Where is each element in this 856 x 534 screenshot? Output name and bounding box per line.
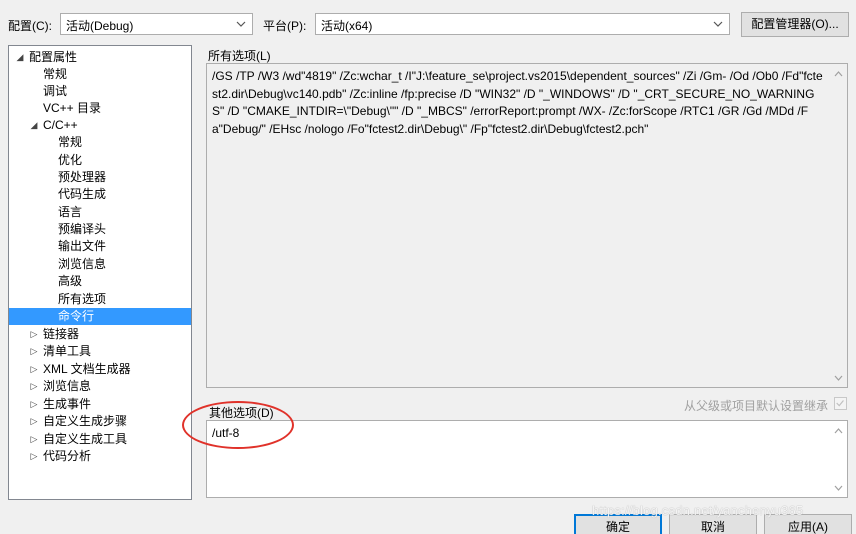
inherit-checkbox[interactable] (834, 397, 847, 410)
collapsed-icon: ▷ (30, 416, 38, 426)
tree-item-label: 常规 (43, 67, 68, 81)
tree-item-cpp-language[interactable]: 语言 (9, 204, 191, 221)
tree-item-linker[interactable]: ▷ 链接器 (9, 326, 191, 343)
config-select[interactable]: 活动(Debug) (60, 13, 253, 35)
tree-item-browse-info[interactable]: ▷ 浏览信息 (9, 378, 191, 395)
tree-item-label: 浏览信息 (43, 379, 92, 393)
tree-item-label: 浏览信息 (58, 257, 107, 271)
tree-item-general[interactable]: 常规 (9, 66, 191, 83)
all-options-text: /GS /TP /W3 /wd"4819" /Zc:wchar_t /I"J:\… (212, 69, 823, 136)
tree-item-cpp-optimization[interactable]: 优化 (9, 152, 191, 169)
tree-item-cpp-preprocessor[interactable]: 预处理器 (9, 169, 191, 186)
collapsed-icon: ▷ (30, 364, 38, 374)
platform-label: 平台(P): (263, 19, 307, 33)
expanded-icon: ◢ (30, 120, 38, 130)
tree-item-xml-doc[interactable]: ▷ XML 文档生成器 (9, 361, 191, 378)
tree-item-vc-dirs[interactable]: VC++ 目录 (9, 100, 191, 117)
scroll-down-icon[interactable] (833, 483, 844, 493)
tree-item-custom-build-tool[interactable]: ▷ 自定义生成工具 (9, 431, 191, 448)
all-options-scrollbar[interactable] (830, 64, 847, 387)
tree-item-cpp-cmdline[interactable]: 命令行 (9, 308, 191, 325)
expanded-icon: ◢ (16, 52, 24, 62)
tree-item-cpp-all-options[interactable]: 所有选项 (9, 291, 191, 308)
scroll-up-icon[interactable] (833, 426, 844, 436)
tree-item-cpp-general[interactable]: 常规 (9, 134, 191, 151)
tree-item-label: 常规 (58, 135, 83, 149)
tree-item-label: 自定义生成工具 (43, 432, 128, 446)
watermark-text: https://blog.csdn.net/yanchenyu365 (592, 503, 804, 518)
tree-item-label: C/C++ (43, 118, 78, 132)
other-options-textbox[interactable]: /utf-8 (206, 420, 848, 498)
tree-item-label: 输出文件 (58, 239, 107, 253)
tree-item-label: 优化 (58, 153, 83, 167)
tree-item-build-events[interactable]: ▷ 生成事件 (9, 396, 191, 413)
tree-item-label: 自定义生成步骤 (43, 414, 128, 428)
tree-item-code-analysis[interactable]: ▷ 代码分析 (9, 448, 191, 465)
scroll-up-icon[interactable] (833, 69, 844, 79)
tree-item-label: 代码生成 (58, 187, 107, 201)
collapsed-icon: ▷ (30, 381, 38, 391)
checkmark-icon (836, 400, 844, 407)
other-options-scrollbar[interactable] (830, 421, 847, 497)
tree-item-label: 预编译头 (58, 222, 107, 236)
tree-item-label: XML 文档生成器 (43, 362, 131, 376)
config-label: 配置(C): (8, 19, 52, 33)
config-manager-button-label: 配置管理器(O)... (751, 17, 839, 31)
tree-item-label: 代码分析 (43, 449, 92, 463)
all-options-label: 所有选项(L) (208, 49, 271, 63)
scroll-down-icon[interactable] (833, 373, 844, 383)
tree-item-label: 配置属性 (29, 50, 78, 64)
tree-item-label: 链接器 (43, 327, 80, 341)
tree-item-cpp-codegen[interactable]: 代码生成 (9, 186, 191, 203)
tree-item-cpp-output[interactable]: 输出文件 (9, 238, 191, 255)
tree-item-manifest-tool[interactable]: ▷ 清单工具 (9, 343, 191, 360)
platform-select-value: 活动(x64) (321, 19, 373, 33)
platform-select[interactable]: 活动(x64) (315, 13, 730, 35)
tree-item-custom-build-step[interactable]: ▷ 自定义生成步骤 (9, 413, 191, 430)
property-tree[interactable]: ◢ 配置属性 常规 调试 VC++ 目录 ◢ C/C++ 常规 优化 预处理器 … (8, 45, 192, 500)
tree-item-label: VC++ 目录 (43, 101, 102, 115)
tree-item-label: 高级 (58, 274, 83, 288)
tree-item-label: 命令行 (58, 309, 95, 323)
config-select-value: 活动(Debug) (66, 19, 134, 33)
ok-button-label: 确定 (605, 520, 630, 534)
collapsed-icon: ▷ (30, 329, 38, 339)
collapsed-icon: ▷ (30, 451, 38, 461)
tree-item-cpp-pch[interactable]: 预编译头 (9, 221, 191, 238)
tree-item-debugging[interactable]: 调试 (9, 83, 191, 100)
tree-item-label: 所有选项 (58, 292, 107, 306)
tree-item-label: 调试 (43, 84, 68, 98)
collapsed-icon: ▷ (30, 399, 38, 409)
config-manager-button[interactable]: 配置管理器(O)... (741, 12, 849, 37)
tree-item-label: 语言 (58, 205, 83, 219)
chevron-down-icon (713, 21, 723, 27)
tree-item-label: 清单工具 (43, 344, 92, 358)
all-options-textbox[interactable]: /GS /TP /W3 /wd"4819" /Zc:wchar_t /I"J:\… (206, 63, 848, 388)
collapsed-icon: ▷ (30, 434, 38, 444)
collapsed-icon: ▷ (30, 346, 38, 356)
highlight-circle (182, 401, 294, 449)
tree-item-cpp-browse[interactable]: 浏览信息 (9, 256, 191, 273)
tree-item-label: 生成事件 (43, 397, 92, 411)
inherit-label: 从父级或项目默认设置继承 (684, 399, 829, 413)
tree-item-cpp[interactable]: ◢ C/C++ (9, 117, 191, 134)
tree-item-config-properties[interactable]: ◢ 配置属性 (9, 49, 191, 66)
tree-item-cpp-advanced[interactable]: 高级 (9, 273, 191, 290)
tree-item-label: 预处理器 (58, 170, 107, 184)
chevron-down-icon (236, 21, 246, 27)
